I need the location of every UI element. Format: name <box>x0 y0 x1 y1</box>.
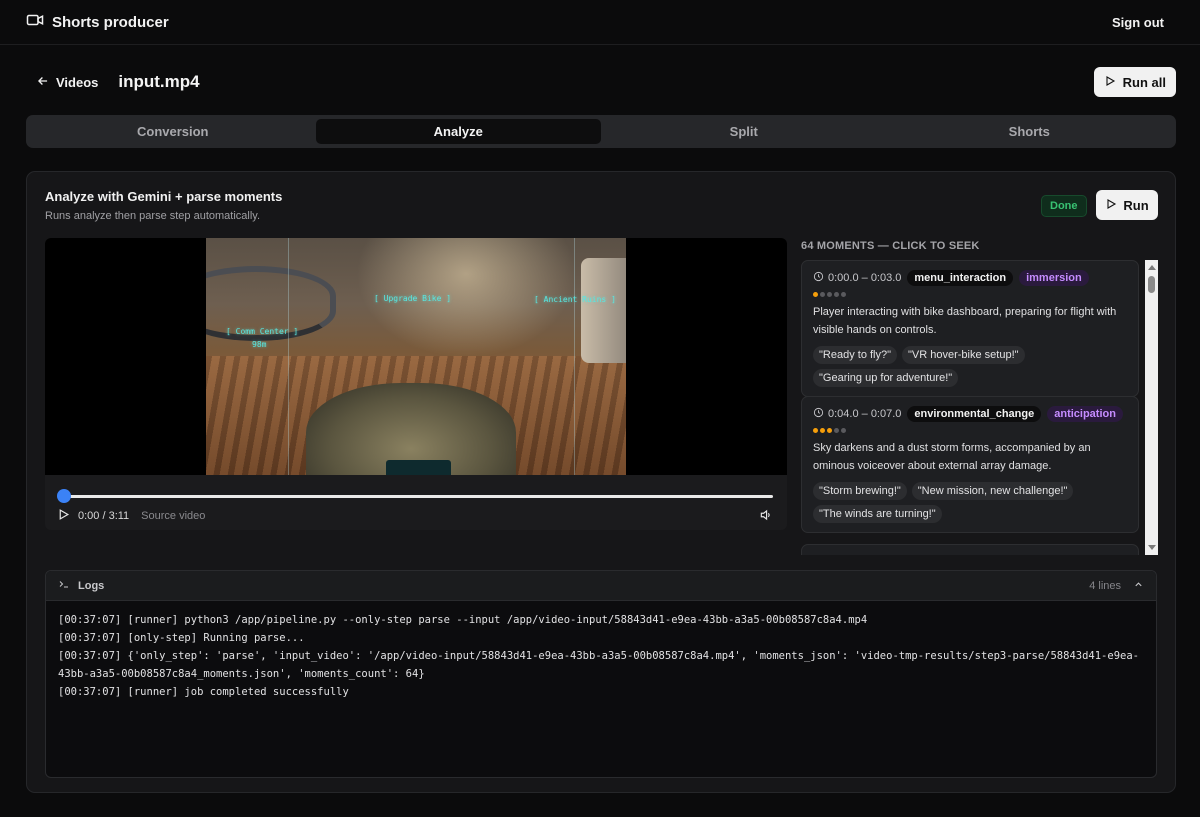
log-line: [00:37:07] [runner] python3 /app/pipelin… <box>58 614 868 626</box>
seek-bar[interactable] <box>63 495 773 498</box>
video-camera-icon <box>26 11 44 33</box>
quote-chip: "VR hover-bike setup!" <box>902 346 1025 364</box>
log-line: [00:37:07] [only-step] Running parse... <box>58 632 305 644</box>
moment-emotion: immersion <box>1019 270 1089 286</box>
video-viewport[interactable]: [ Upgrade Bike ] [ Ancient Ruins ] [ Com… <box>45 238 787 475</box>
moment-card[interactable]: 0:00.0 – 0:03.0 menu_interaction immersi… <box>801 260 1139 397</box>
logs-panel: Logs 4 lines [00:37:07] [runner] python3… <box>45 570 1157 778</box>
quote-chip: "Ready to fly?" <box>813 346 898 364</box>
panel-subtitle: Runs analyze then parse step automatical… <box>45 210 261 222</box>
intensity-dot <box>841 292 846 297</box>
run-button[interactable]: Run <box>1096 190 1158 220</box>
moment-tag: menu_interaction <box>907 270 1014 286</box>
intensity-dot <box>827 428 832 433</box>
scroll-handle[interactable] <box>1148 276 1155 293</box>
hud-line <box>574 238 575 475</box>
logs-count: 4 lines <box>1089 579 1121 592</box>
video-frame: [ Upgrade Bike ] [ Ancient Ruins ] [ Com… <box>206 238 626 475</box>
clock-icon <box>813 407 824 421</box>
hud-distance: 98m <box>252 340 267 349</box>
moments-header: 64 MOMENTS — CLICK TO SEEK <box>801 240 980 252</box>
logs-header[interactable]: Logs 4 lines <box>46 571 1156 601</box>
intensity-dot <box>827 292 832 297</box>
source-label: Source video <box>141 510 206 522</box>
terminal-icon <box>58 578 70 593</box>
moment-range: 0:00.0 – 0:03.0 <box>813 271 901 285</box>
tower-structure <box>581 258 626 363</box>
tab-analyze[interactable]: Analyze <box>315 119 601 144</box>
moment-card[interactable] <box>801 544 1139 555</box>
intensity-dots <box>813 428 846 433</box>
time-display: 0:00 / 3:11 <box>78 510 130 522</box>
quote-chip: "Storm brewing!" <box>813 482 907 500</box>
tab-conversion[interactable]: Conversion <box>30 119 316 144</box>
intensity-dot <box>820 292 825 297</box>
quote-chip: "Gearing up for adventure!" <box>813 369 959 387</box>
intensity-dot <box>820 428 825 433</box>
moments-scrollbar[interactable] <box>1145 260 1158 555</box>
moment-quotes: "Ready to fly?" "VR hover-bike setup!" "… <box>813 346 1127 387</box>
seek-thumb[interactable] <box>57 489 71 503</box>
app-brand: Shorts producer <box>26 11 169 33</box>
intensity-dot <box>813 428 818 433</box>
moment-quotes: "Storm brewing!" "New mission, new chall… <box>813 482 1127 523</box>
breadcrumb: Videos input.mp4 <box>26 72 200 92</box>
control-row: 0:00 / 3:11 Source video <box>57 508 205 524</box>
analyze-panel: Analyze with Gemini + parse moments Runs… <box>26 171 1176 793</box>
chevron-up-icon[interactable] <box>1133 579 1144 593</box>
moment-range: 0:04.0 – 0:07.0 <box>813 407 901 421</box>
scroll-up-icon[interactable] <box>1148 265 1156 270</box>
moment-range-text: 0:04.0 – 0:07.0 <box>828 408 902 420</box>
page-title: input.mp4 <box>118 72 200 91</box>
quote-chip: "New mission, new challenge!" <box>911 482 1074 500</box>
arrow-left-icon <box>36 74 50 91</box>
play-icon <box>1105 198 1117 213</box>
bike-screen <box>386 460 451 475</box>
sign-out-button[interactable]: Sign out <box>1112 15 1164 30</box>
back-to-videos-link[interactable]: Videos <box>36 74 98 91</box>
hud-ancient-ruins: [ Ancient Ruins ] <box>534 295 616 304</box>
hud-comm-center: [ Comm Center ] <box>226 327 299 336</box>
intensity-dot <box>834 428 839 433</box>
intensity-dots <box>813 292 846 297</box>
moment-range-text: 0:00.0 – 0:03.0 <box>828 272 902 284</box>
app-title: Shorts producer <box>52 13 169 31</box>
hud-line <box>288 238 289 475</box>
player-controls: 0:00 / 3:11 Source video <box>45 475 787 530</box>
tab-shorts[interactable]: Shorts <box>887 119 1173 144</box>
moment-description: Player interacting with bike dashboard, … <box>813 306 1117 336</box>
tab-split[interactable]: Split <box>601 119 887 144</box>
log-line: [00:37:07] {'only_step': 'parse', 'input… <box>58 650 1139 680</box>
run-label: Run <box>1123 197 1149 213</box>
step-tabs: Conversion Analyze Split Shorts <box>26 115 1176 148</box>
clock-icon <box>813 271 824 285</box>
moment-tag: environmental_change <box>907 406 1042 422</box>
panel-title: Analyze with Gemini + parse moments <box>45 189 283 204</box>
log-line: [00:37:07] [runner] job completed succes… <box>58 686 349 698</box>
moment-card[interactable]: 0:04.0 – 0:07.0 environmental_change ant… <box>801 396 1139 533</box>
status-badge: Done <box>1041 195 1087 217</box>
back-label: Videos <box>56 74 99 90</box>
intensity-dot <box>813 292 818 297</box>
moment-emotion: anticipation <box>1047 406 1123 422</box>
moment-description: Sky darkens and a dust storm forms, acco… <box>813 442 1091 472</box>
moments-list: 0:00.0 – 0:03.0 menu_interaction immersi… <box>801 260 1158 555</box>
quote-chip: "The winds are turning!" <box>813 505 942 523</box>
volume-icon[interactable] <box>759 508 773 522</box>
video-player: [ Upgrade Bike ] [ Ancient Ruins ] [ Com… <box>45 238 787 530</box>
run-all-label: Run all <box>1122 74 1166 90</box>
page-header: Videos input.mp4 Run all <box>26 66 1176 98</box>
intensity-dot <box>841 428 846 433</box>
play-icon <box>1104 75 1116 90</box>
run-all-button[interactable]: Run all <box>1093 67 1176 97</box>
top-bar: Shorts producer Sign out <box>0 0 1200 45</box>
play-icon[interactable] <box>57 508 70 524</box>
intensity-dot <box>834 292 839 297</box>
logs-body: [00:37:07] [runner] python3 /app/pipelin… <box>46 601 1156 711</box>
logs-title: Logs <box>78 579 105 592</box>
scroll-down-icon[interactable] <box>1148 545 1156 550</box>
hud-upgrade-bike: [ Upgrade Bike ] <box>374 294 452 303</box>
